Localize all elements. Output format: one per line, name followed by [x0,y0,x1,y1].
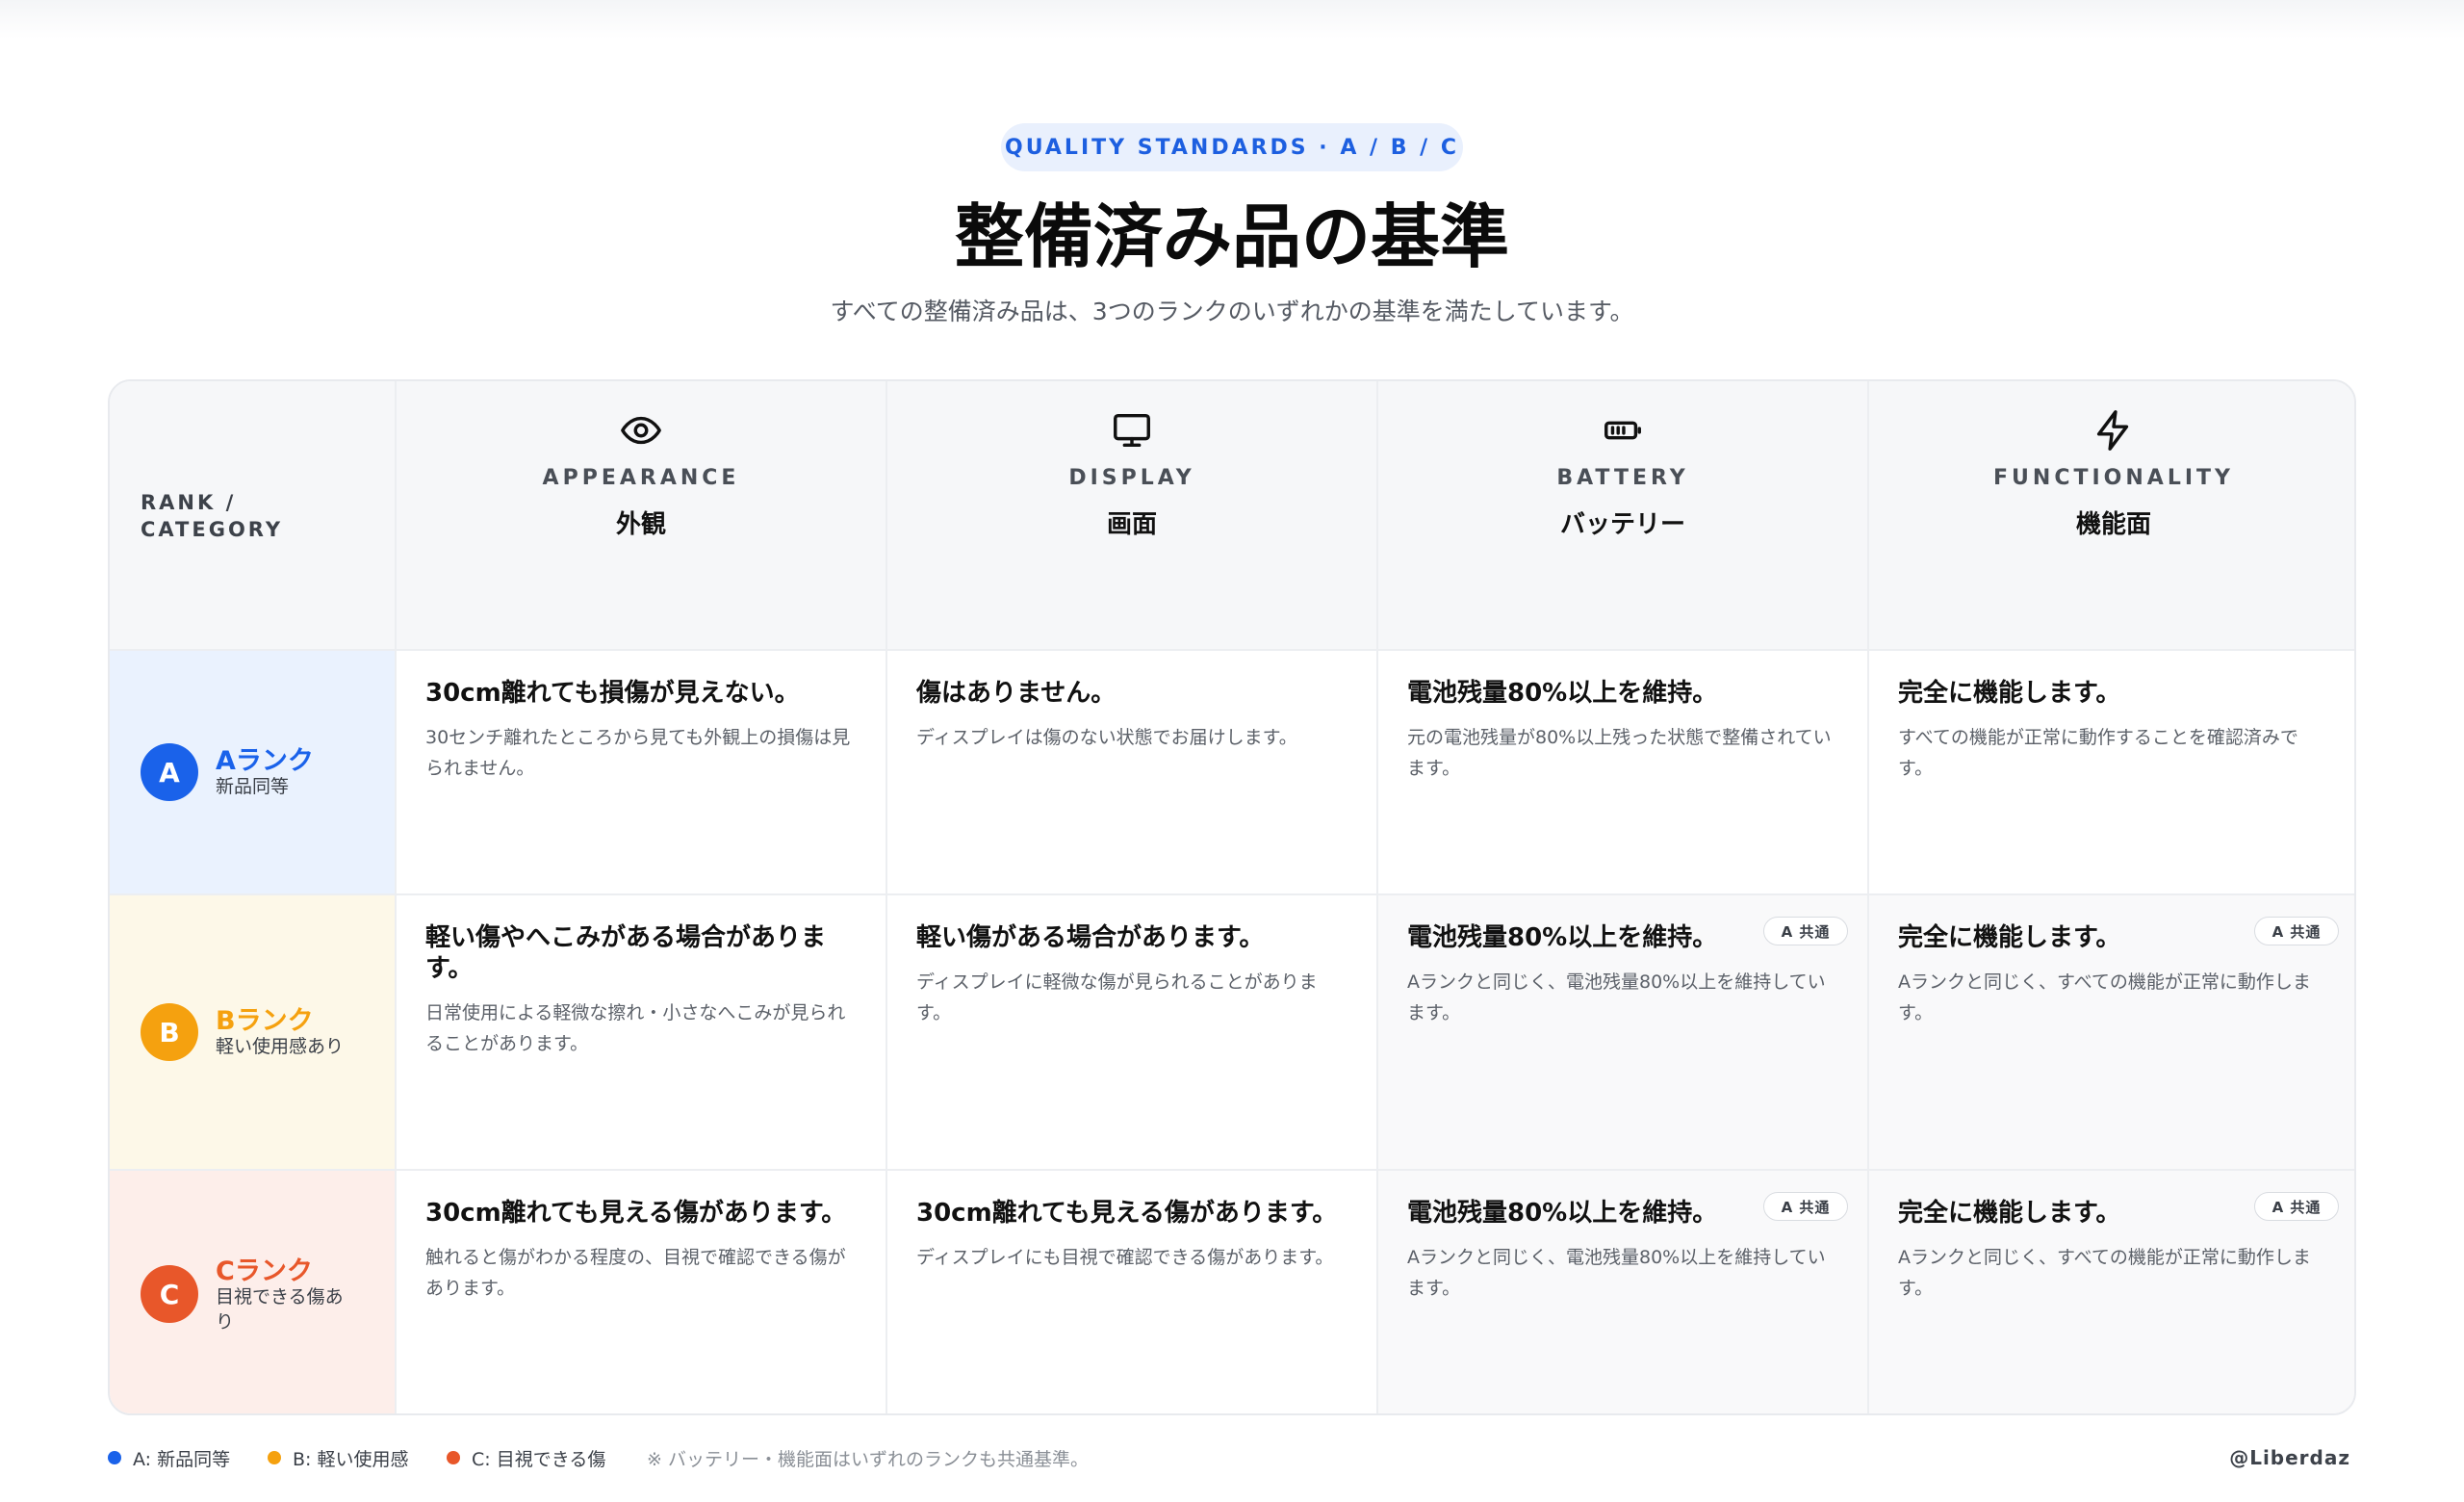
column-title-en: DISPLAY [1068,466,1195,490]
column-header-functionality: FUNCTIONALITY 機能面 [1869,381,2354,651]
cell-description: Aランクと同じく、すべての機能が正常に動作します。 [1898,1247,2311,1299]
cell-title: 電池残量80%以上を維持。 [1407,1199,1718,1228]
rank-a-name: Aランク [216,746,314,776]
legend-label: A: 新品同等 [133,1448,231,1470]
rank-a-badge: A [141,743,198,801]
cell-title: 完全に機能します。 [1898,923,2121,952]
rank-a-sub: 新品同等 [216,776,290,797]
cell-description: 触れると傷がわかる程度の、目視で確認できる傷があります。 [425,1247,846,1299]
page-title: 整備済み品の基準 [954,196,1509,277]
column-header-battery: BATTERY バッテリー [1378,381,1869,651]
cell-description: Aランクと同じく、電池残量80%以上を維持しています。 [1407,971,1826,1023]
rank-c-name: Cランク [216,1256,313,1286]
legend-dot-b [268,1451,281,1464]
legend-label: B: 軽い使用感 [293,1448,409,1470]
column-title-jp: バッテリー [1559,510,1685,539]
cell-title: 30cm離れても見える傷があります。 [916,1199,1338,1228]
legend-label: C: 目視できる傷 [472,1448,606,1470]
legend-item-a: A: 新品同等 [108,1440,230,1475]
eye-icon [619,408,663,453]
cell-title: 傷はありません。 [916,679,1116,708]
cell-description: ディスプレイにも目視で確認できる傷があります。 [916,1247,1334,1268]
column-title-en: APPEARANCE [542,466,740,490]
rank-b-badge: B [141,1003,198,1061]
column-header-display: DISPLAY 画面 [887,381,1378,651]
cell-b-display: 軽い傷がある場合があります。 ディスプレイに軽微な傷が見られることがあります。 [887,895,1378,1171]
cell-title: 30cm離れても見える傷があります。 [425,1199,847,1228]
rank-b-sub: 軽い使用感あり [216,1036,345,1057]
rank-c-header: C Cランク 目視できる傷あり [110,1171,397,1413]
cell-title: 電池残量80%以上を維持。 [1407,923,1718,952]
cell-b-appearance: 軽い傷やへこみがある場合がありま す。 日常使用による軽微な擦れ・小さなへこみが… [397,895,887,1171]
quality-standards-pill: QUALITY STANDARDS · A / B / C [1001,123,1463,171]
cell-title: 軽い傷がある場合があります。 [916,923,1265,952]
cell-description: Aランクと同じく、すべての機能が正常に動作します。 [1898,971,2311,1023]
a-common-tag: A 共通 [1763,1192,1848,1221]
cell-c-functionality: 完全に機能します。 A 共通 Aランクと同じく、すべての機能が正常に動作します。 [1869,1171,2354,1413]
rank-c-badge: C [141,1265,198,1323]
cell-title: 完全に機能します。 [1898,679,2121,708]
cell-b-battery: 電池残量80%以上を維持。 A 共通 Aランクと同じく、電池残量80%以上を維持… [1378,895,1869,1171]
cell-a-appearance: 30cm離れても損傷が見えない。 30センチ離れたところから見ても外観上の損傷は… [397,651,887,895]
rank-b-header: B Bランク 軽い使用感あり [110,895,397,1171]
author-handle: @Liberdaz [2229,1446,2350,1469]
cell-b-functionality: 完全に機能します。 A 共通 Aランクと同じく、すべての機能が正常に動作します。 [1869,895,2354,1171]
cell-title: 軽い傷やへこみがある場合がありま す。 [425,923,827,983]
column-title-jp: 機能面 [2075,510,2151,539]
cell-description: ディスプレイは傷のない状態でお届けします。 [916,727,1297,748]
battery-icon [1601,408,1645,453]
column-title-en: FUNCTIONALITY [1993,466,2234,490]
cell-description: 30センチ離れたところから見ても外観上の損傷は見られません。 [425,727,851,779]
a-common-tag: A 共通 [1763,917,1848,945]
column-title-jp: 画面 [1106,510,1157,539]
page-subtitle: すべての整備済み品は、3つのランクのいずれかの基準を満たしています。 [830,298,1634,325]
cell-c-battery: 電池残量80%以上を維持。 A 共通 Aランクと同じく、電池残量80%以上を維持… [1378,1171,1869,1413]
cell-description: Aランクと同じく、電池残量80%以上を維持しています。 [1407,1247,1826,1299]
column-title-jp: 外観 [615,510,666,539]
cell-title: 30cm離れても損傷が見えない。 [425,679,800,708]
standards-table: RANK / CATEGORY APPEARANCE 外観 DISPLAY 画面… [108,379,2356,1415]
legend-dot-a [108,1451,121,1464]
legend-item-c: C: 目視できる傷 [447,1440,605,1475]
cell-description: 日常使用による軽微な擦れ・小さなへこみが見られることがあります。 [425,1002,846,1054]
cell-description: ディスプレイに軽微な傷が見られることがあります。 [916,971,1318,1023]
a-common-tag: A 共通 [2254,917,2339,945]
column-header-appearance: APPEARANCE 外観 [397,381,887,651]
rank-c-sub: 目視できる傷あり [216,1286,344,1333]
legend-note: ※ バッテリー・機能面はいずれのランクも共通基準。 [647,1448,1089,1470]
legend-item-b: B: 軽い使用感 [268,1440,408,1475]
rank-a-header: A Aランク 新品同等 [110,651,397,895]
legend-dot-c [447,1451,460,1464]
cell-c-appearance: 30cm離れても見える傷があります。 触れると傷がわかる程度の、目視で確認できる… [397,1171,887,1413]
cell-a-display: 傷はありません。 ディスプレイは傷のない状態でお届けします。 [887,651,1378,895]
top-bar [0,0,2464,39]
corner-header-cell: RANK / CATEGORY [110,381,397,651]
rank-b-name: Bランク [216,1006,314,1036]
cell-title: 電池残量80%以上を維持。 [1407,679,1718,708]
lightning-icon [2092,408,2136,453]
rank-category-label: RANK / CATEGORY [141,491,284,541]
cell-title: 完全に機能します。 [1898,1199,2121,1228]
a-common-tag: A 共通 [2254,1192,2339,1221]
cell-c-display: 30cm離れても見える傷があります。 ディスプレイにも目視で確認できる傷がありま… [887,1171,1378,1413]
cell-description: すべての機能が正常に動作することを確認済みです。 [1898,727,2298,779]
column-title-en: BATTERY [1556,466,1689,490]
monitor-icon [1110,408,1154,453]
cell-a-battery: 電池残量80%以上を維持。 元の電池残量が80%以上残った状態で整備されています… [1378,651,1869,895]
cell-a-functionality: 完全に機能します。 すべての機能が正常に動作することを確認済みです。 [1869,651,2354,895]
cell-description: 元の電池残量が80%以上残った状態で整備されています。 [1407,727,1832,779]
